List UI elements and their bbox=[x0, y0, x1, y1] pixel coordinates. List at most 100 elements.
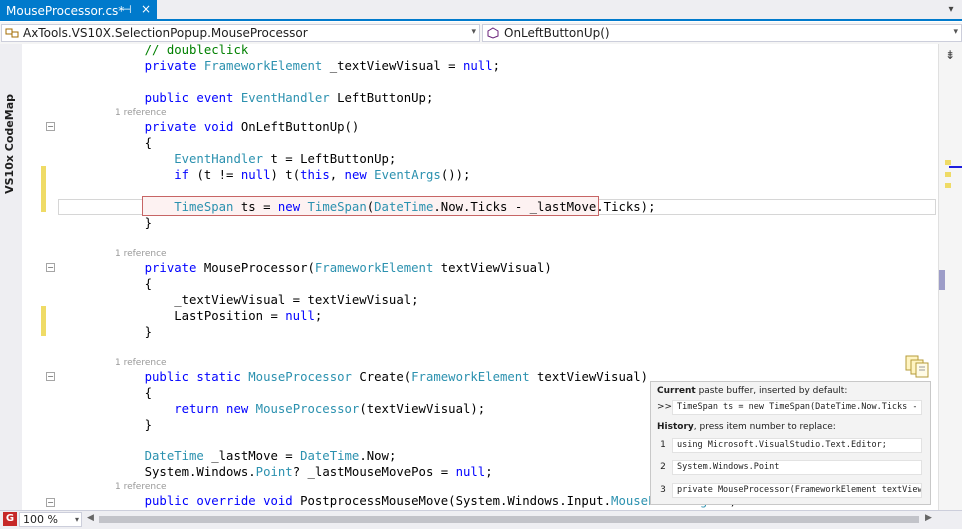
codemap-label[interactable]: VS10x CodeMap bbox=[3, 94, 16, 194]
navigation-bar: AxTools.VS10X.SelectionPopup.MouseProces… bbox=[0, 22, 962, 45]
chevron-down-icon: ▾ bbox=[953, 27, 958, 37]
clipboard-icon[interactable] bbox=[904, 354, 930, 378]
vertical-scrollbar[interactable]: ⇟ bbox=[938, 44, 962, 510]
code-line[interactable]: { bbox=[115, 276, 152, 292]
method-icon bbox=[485, 26, 501, 40]
code-line[interactable]: private void OnLeftButtonUp() bbox=[115, 119, 360, 135]
code-token: // doubleclick bbox=[115, 44, 249, 57]
code-token: ; bbox=[492, 59, 501, 73]
code-line[interactable]: { bbox=[115, 135, 152, 151]
codelens-references[interactable]: 1 reference bbox=[115, 481, 167, 493]
history-item-number: 3 bbox=[660, 485, 666, 495]
history-item[interactable]: 1 using Microsoft.VisualStudio.Text.Edit… bbox=[657, 438, 923, 454]
split-window-icon[interactable]: ⇟ bbox=[945, 48, 955, 62]
code-token: ? _lastMouseMovePos = bbox=[292, 465, 456, 479]
code-token: { bbox=[115, 386, 153, 400]
scroll-left-icon[interactable]: ◀ bbox=[87, 513, 94, 523]
codelens-references[interactable]: 1 reference bbox=[115, 248, 167, 260]
tab-dropdown-icon[interactable]: ▾ bbox=[944, 4, 958, 18]
scroll-right-icon[interactable]: ▶ bbox=[925, 513, 932, 523]
code-token: public static bbox=[115, 370, 249, 384]
code-token: _textViewVisual = textViewVisual; bbox=[115, 293, 419, 307]
code-line[interactable]: // doubleclick bbox=[115, 44, 249, 58]
code-token: } bbox=[115, 216, 153, 230]
code-token: , bbox=[329, 168, 345, 182]
code-token: EventArgs bbox=[374, 168, 441, 182]
code-token: public event bbox=[115, 91, 241, 105]
scrollbar-thumb[interactable] bbox=[939, 270, 945, 290]
history-item[interactable]: 3 private MouseProcessor(FrameworkElemen… bbox=[657, 483, 923, 499]
code-token: null bbox=[455, 465, 486, 479]
code-token: private void bbox=[115, 120, 241, 134]
code-line[interactable]: } bbox=[115, 324, 152, 340]
code-token: .Now; bbox=[359, 449, 397, 463]
code-token: { bbox=[115, 277, 153, 291]
collapse-toggle[interactable]: − bbox=[46, 372, 55, 381]
caret-position-marker bbox=[949, 166, 962, 168]
chevron-down-icon: ▾ bbox=[471, 27, 476, 37]
document-tab-strip: MouseProcessor.cs* ⊣ × ▾ bbox=[0, 0, 962, 21]
code-token: MouseProcessor bbox=[248, 370, 352, 384]
code-line[interactable]: _textViewVisual = textViewVisual; bbox=[115, 292, 419, 308]
collapse-toggle[interactable]: − bbox=[46, 498, 55, 507]
close-icon[interactable]: × bbox=[141, 2, 151, 16]
history-item-text: System.Windows.Point bbox=[672, 460, 922, 475]
code-line[interactable]: TimeSpan ts = new TimeSpan(DateTime.Now.… bbox=[115, 199, 655, 215]
collapse-toggle[interactable]: − bbox=[46, 122, 55, 131]
zoom-value: 100 % bbox=[23, 513, 58, 526]
code-line[interactable]: return new MouseProcessor(textViewVisual… bbox=[115, 401, 485, 417]
pin-icon[interactable]: ⊣ bbox=[122, 3, 132, 16]
change-marker bbox=[41, 166, 46, 212]
code-token: MouseProcessor bbox=[255, 402, 360, 416]
codemap-sidebar[interactable]: VS10x CodeMap bbox=[0, 44, 23, 510]
history-item[interactable]: 2 System.Windows.Point bbox=[657, 460, 923, 476]
current-buffer-row[interactable]: >> TimeSpan ts = new TimeSpan(DateTime.N… bbox=[657, 400, 923, 416]
code-line[interactable]: if (t != null) t(this, new EventArgs()); bbox=[115, 167, 470, 183]
code-token: textViewVisual) bbox=[529, 370, 649, 384]
code-line[interactable]: public static MouseProcessor Create(Fram… bbox=[115, 369, 648, 385]
code-token: null bbox=[285, 309, 315, 323]
code-line[interactable]: } bbox=[115, 215, 152, 231]
code-token: Point bbox=[255, 465, 293, 479]
code-token: new bbox=[277, 200, 308, 214]
code-token: private bbox=[115, 261, 204, 275]
code-token: TimeSpan bbox=[307, 200, 367, 214]
code-token: new bbox=[344, 168, 375, 182]
chevron-down-icon: ▾ bbox=[74, 515, 79, 524]
code-line[interactable]: EventHandler t = LeftButtonUp; bbox=[115, 151, 396, 167]
type-combo[interactable]: AxTools.VS10X.SelectionPopup.MouseProces… bbox=[1, 24, 480, 42]
history-heading: History, press item number to replace: bbox=[657, 422, 836, 432]
code-line[interactable]: LastPosition = null; bbox=[115, 308, 322, 324]
code-line[interactable]: { bbox=[115, 385, 152, 401]
zoom-combo[interactable]: 100 % ▾ bbox=[19, 512, 82, 527]
member-combo[interactable]: OnLeftButtonUp() ▾ bbox=[482, 24, 962, 42]
change-marker bbox=[945, 160, 951, 165]
tab-mouseprocessor[interactable]: MouseProcessor.cs* ⊣ × bbox=[0, 0, 157, 21]
code-line[interactable]: } bbox=[115, 417, 152, 433]
code-token: ) t( bbox=[270, 168, 301, 182]
change-marker bbox=[945, 172, 951, 177]
code-line[interactable]: public override void PostprocessMouseMov… bbox=[115, 493, 737, 509]
code-token: LeftButtonUp; bbox=[329, 91, 434, 105]
code-token: DateTime bbox=[115, 449, 204, 463]
code-token: (textViewVisual); bbox=[359, 402, 486, 416]
horizontal-scrollbar-thumb[interactable] bbox=[99, 516, 919, 523]
code-token: private bbox=[115, 59, 204, 73]
collapse-toggle[interactable]: − bbox=[46, 263, 55, 272]
tab-title: MouseProcessor.cs* bbox=[6, 3, 125, 18]
history-item-text: private MouseProcessor(FrameworkElement … bbox=[672, 483, 922, 498]
history-item-number: 2 bbox=[660, 462, 666, 472]
code-line[interactable]: public event EventHandler LeftButtonUp; bbox=[115, 90, 434, 106]
code-token: System.Windows. bbox=[115, 465, 256, 479]
code-line[interactable]: private FrameworkElement _textViewVisual… bbox=[115, 58, 500, 74]
codelens-references[interactable]: 1 reference bbox=[115, 357, 167, 369]
g-icon[interactable]: G bbox=[3, 512, 17, 526]
code-token: _lastMove = bbox=[203, 449, 301, 463]
code-line[interactable]: DateTime _lastMove = DateTime.Now; bbox=[115, 448, 397, 464]
editor-bottom-bar: G 100 % ▾ ◀ ▶ bbox=[0, 510, 962, 529]
codelens-references[interactable]: 1 reference bbox=[115, 107, 167, 119]
code-token: DateTime bbox=[300, 449, 360, 463]
paste-buffer-popup: Current paste buffer, inserted by defaul… bbox=[650, 381, 931, 505]
code-line[interactable]: System.Windows.Point? _lastMouseMovePos … bbox=[115, 464, 493, 480]
code-line[interactable]: private MouseProcessor(FrameworkElement … bbox=[115, 260, 552, 276]
